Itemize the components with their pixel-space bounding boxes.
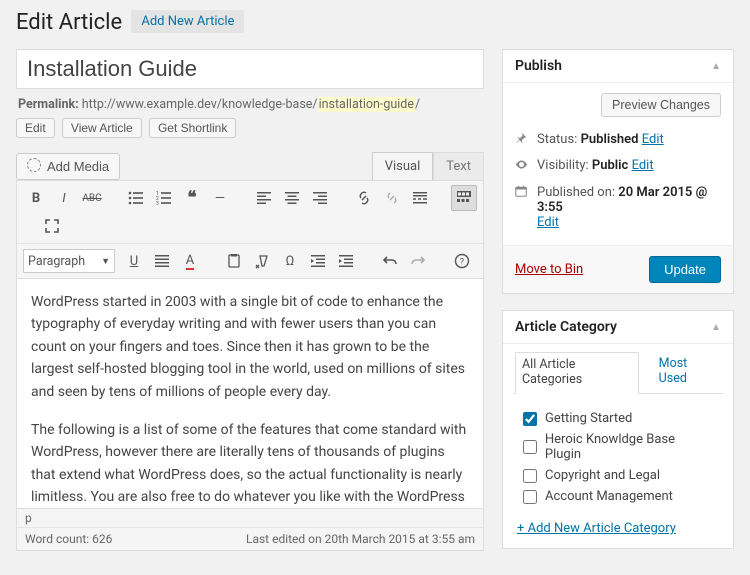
editor-mode-tabs: Visual Text (372, 152, 484, 180)
svg-text:?: ? (460, 258, 464, 268)
edit-permalink-button[interactable]: Edit (16, 118, 55, 138)
category-label: Copyright and Legal (545, 468, 660, 483)
category-item[interactable]: Heroic Knowldge Base Plugin (523, 429, 713, 465)
italic-icon[interactable]: I (51, 185, 77, 211)
add-new-category-link[interactable]: + Add New Article Category (515, 511, 721, 538)
svg-text:3: 3 (156, 201, 159, 206)
permalink-label: Permalink: (18, 97, 79, 112)
fullscreen-icon[interactable] (39, 213, 65, 239)
category-box: Article Category ▲ All Article Categorie… (502, 310, 734, 549)
view-article-button[interactable]: View Article (62, 118, 142, 138)
edit-date-link[interactable]: Edit (537, 215, 559, 230)
category-list: Getting Started Heroic Knowldge Base Plug… (515, 404, 721, 511)
add-new-article-button[interactable]: Add New Article (131, 10, 244, 33)
editor-status-bar: p Word count: 626 Last edited on 20th Ma… (16, 509, 484, 551)
category-checkbox[interactable] (523, 440, 537, 454)
edit-status-link[interactable]: Edit (642, 132, 664, 147)
tab-all-categories[interactable]: All Article Categories (515, 352, 639, 394)
permalink-base: http://www.example.dev/knowledge-base/ (82, 97, 318, 112)
align-center-icon[interactable] (279, 185, 305, 211)
collapse-icon[interactable]: ▲ (711, 322, 721, 333)
content-paragraph: WordPress started in 2003 with a single … (31, 291, 469, 403)
status-value: Published (581, 132, 639, 147)
category-checkbox[interactable] (523, 412, 537, 426)
text-color-icon[interactable]: A (177, 248, 203, 274)
eye-icon (515, 158, 529, 175)
visibility-value: Public (592, 158, 628, 173)
permalink-row: Permalink: http://www.example.dev/knowle… (16, 89, 484, 118)
category-label: Heroic Knowldge Base Plugin (545, 432, 713, 462)
pin-icon (515, 132, 529, 148)
page-title: Edit Article (16, 10, 122, 35)
unlink-icon[interactable] (379, 185, 405, 211)
media-icon (27, 158, 41, 175)
read-more-icon[interactable] (407, 185, 433, 211)
bullet-list-icon[interactable] (123, 185, 149, 211)
help-icon[interactable]: ? (449, 248, 475, 274)
word-count: Word count: 626 (25, 532, 112, 546)
calendar-icon (515, 185, 529, 201)
link-icon[interactable] (351, 185, 377, 211)
publish-title: Publish (515, 58, 562, 74)
align-left-icon[interactable] (251, 185, 277, 211)
undo-icon[interactable] (377, 248, 403, 274)
paste-text-icon[interactable] (221, 248, 247, 274)
update-button[interactable]: Update (649, 256, 721, 283)
editor-content[interactable]: WordPress started in 2003 with a single … (16, 279, 484, 509)
get-shortlink-button[interactable]: Get Shortlink (149, 118, 236, 138)
chevron-down-icon: ▼ (101, 256, 110, 267)
page-header: Edit Article Add New Article (16, 10, 734, 35)
content-paragraph: The following is a list of some of the f… (31, 419, 469, 509)
preview-changes-button[interactable]: Preview Changes (601, 93, 721, 117)
permalink-buttons: Edit View Article Get Shortlink (16, 118, 484, 138)
category-item[interactable]: Copyright and Legal (523, 465, 713, 486)
indent-icon[interactable] (333, 248, 359, 274)
redo-icon[interactable] (405, 248, 431, 274)
tab-visual[interactable]: Visual (372, 152, 434, 180)
collapse-icon[interactable]: ▲ (711, 61, 721, 72)
blockquote-icon[interactable]: ❝ (179, 185, 205, 211)
align-justify-icon[interactable] (149, 248, 175, 274)
outdent-icon[interactable] (305, 248, 331, 274)
category-title: Article Category (515, 319, 617, 335)
permalink-slug[interactable]: installation-guide (318, 97, 415, 112)
underline-icon[interactable]: U (121, 248, 147, 274)
category-checkbox[interactable] (523, 469, 537, 483)
category-label: Getting Started (545, 411, 632, 426)
special-char-icon[interactable]: Ω (277, 248, 303, 274)
format-select[interactable]: Paragraph ▼ (23, 249, 115, 273)
category-item[interactable]: Account Management (523, 486, 713, 507)
publish-box: Publish ▲ Preview Changes Status: Publis… (502, 49, 734, 294)
category-item[interactable]: Getting Started (523, 408, 713, 429)
edit-visibility-link[interactable]: Edit (632, 158, 654, 173)
bold-icon[interactable]: B (23, 185, 49, 211)
clear-formatting-icon[interactable] (249, 248, 275, 274)
add-media-label: Add Media (47, 159, 109, 174)
tab-text[interactable]: Text (433, 152, 484, 180)
post-title-input[interactable] (16, 49, 484, 89)
add-media-button[interactable]: Add Media (16, 153, 120, 180)
tab-most-used[interactable]: Most Used (653, 352, 721, 393)
element-path[interactable]: p (17, 509, 483, 528)
category-label: Account Management (545, 489, 673, 504)
move-to-bin-link[interactable]: Move to Bin (515, 262, 583, 277)
strikethrough-icon[interactable]: ABC (79, 185, 105, 211)
numbered-list-icon[interactable]: 123 (151, 185, 177, 211)
kitchen-sink-icon[interactable] (451, 185, 477, 211)
editor-toolbar: B I ABC 123 ❝ — (16, 180, 484, 279)
align-right-icon[interactable] (307, 185, 333, 211)
category-checkbox[interactable] (523, 490, 537, 504)
hr-icon[interactable]: — (207, 185, 233, 211)
last-edited: Last edited on 20th March 2015 at 3:55 a… (246, 532, 475, 546)
